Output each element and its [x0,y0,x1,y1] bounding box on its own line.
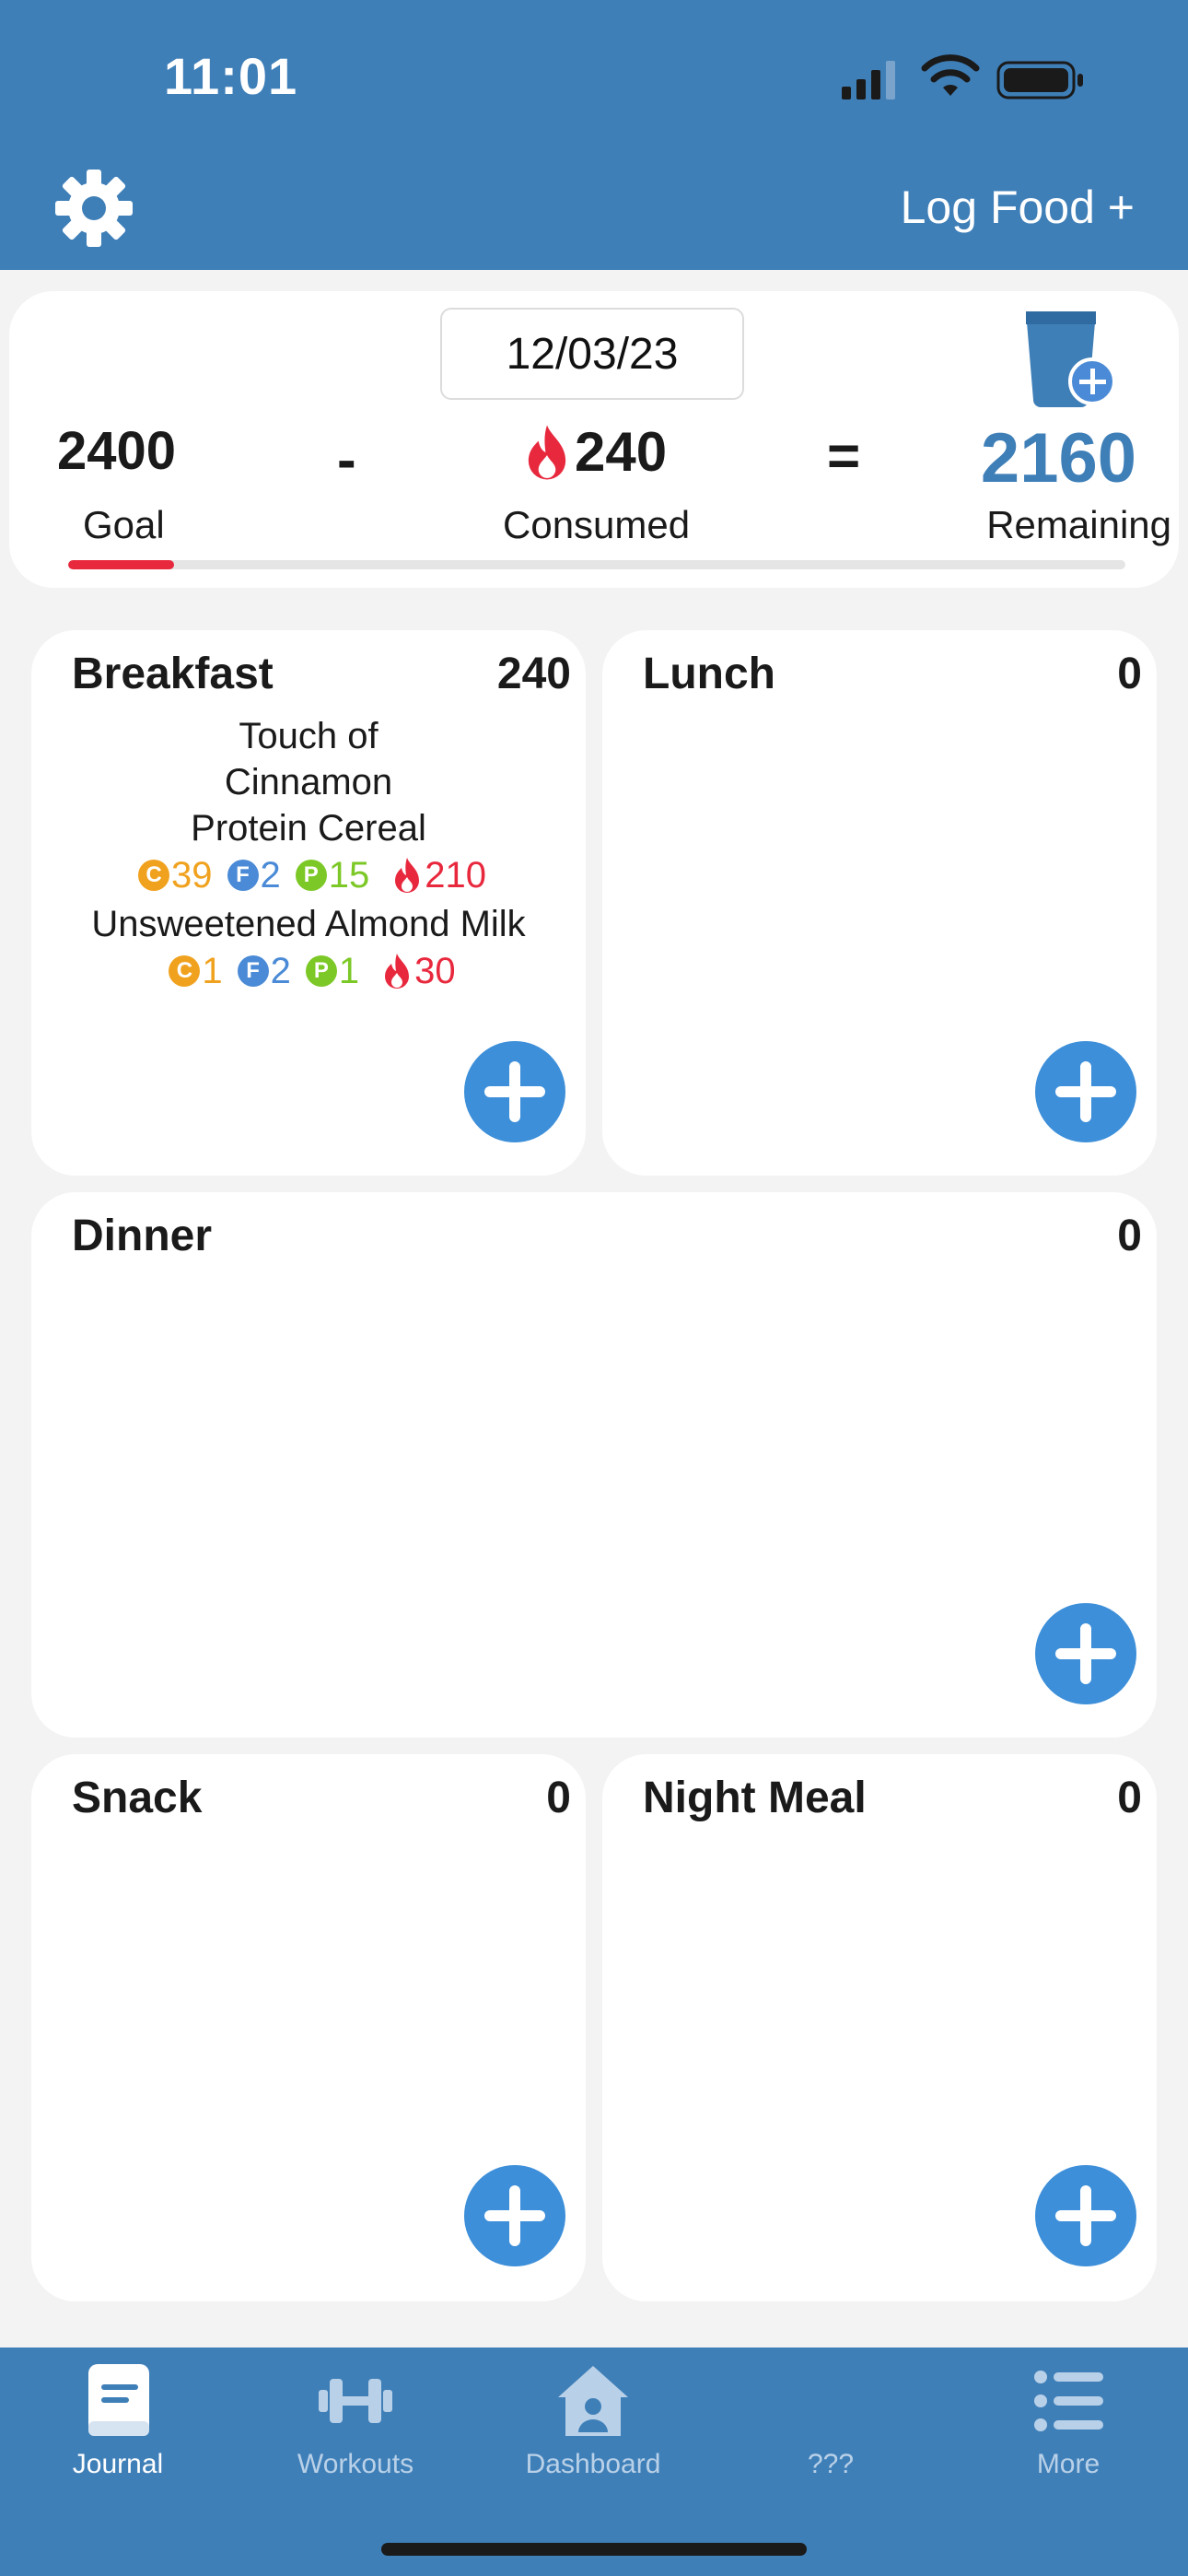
meal-calorie-total: 0 [1117,1774,1142,1822]
fat-macro-value: 2 [270,951,291,991]
battery-icon [996,61,1083,100]
carbs-macro-value: 39 [171,855,213,896]
food-macros: C 39 F 2 P 15 210 [31,851,586,899]
calorie-progress-fill [68,560,174,569]
meal-calorie-total: 240 [496,650,571,698]
add-food-button[interactable] [1035,1603,1136,1704]
dumbbell-icon [319,2379,392,2423]
tab-workouts[interactable]: Workouts [263,2362,448,2480]
tab-journal[interactable]: Journal [26,2362,210,2480]
carbs-macro-badge-icon: C [169,955,201,987]
meal-title: Breakfast [72,650,274,698]
meal-card-breakfast[interactable]: Breakfast 240 Touch of Cinnamon Protein … [31,630,586,1176]
meal-card-lunch[interactable]: Lunch 0 [602,630,1157,1176]
protein-macro-value: 15 [328,855,370,896]
tab-label: ??? [807,2449,855,2479]
add-water-icon[interactable] [1020,304,1120,413]
tab-bar: Journal Workouts Dashboard ??? More [0,2348,1188,2576]
protein-macro-badge-icon: P [305,955,337,987]
carbs-macro: C 39 [138,851,213,899]
goal-label: Goal [83,503,165,546]
goal-value: 2400 [57,421,177,481]
carbs-macro-value: 1 [202,951,223,991]
log-food-button[interactable]: Log Food + [901,181,1135,234]
add-food-button[interactable] [1035,1041,1136,1142]
add-food-button[interactable] [464,1041,565,1142]
meal-title: Snack [72,1774,203,1822]
fat-macro-value: 2 [260,855,281,896]
tab-dashboard[interactable]: Dashboard [501,2362,685,2480]
protein-macro-value: 1 [338,951,360,991]
food-calories-value: 30 [414,951,456,991]
meal-title: Night Meal [643,1774,867,1822]
consumed-value: 240 [575,421,668,483]
tab-unknown[interactable]: ??? [739,2362,923,2480]
flame-icon [528,425,566,479]
food-item-name[interactable]: Touch of Cinnamon Protein Cereal [31,713,586,851]
consumed-value-group: 240 [525,420,667,484]
calorie-progress-bar [68,560,1125,569]
fat-macro: F2 [227,851,281,899]
tab-label: More [1036,2449,1101,2479]
fat-macro-badge-icon: F [227,860,259,891]
protein-macro-badge-icon: P [295,860,327,891]
protein-macro: P 15 [295,851,370,899]
meal-title: Lunch [643,650,775,698]
protein-macro: P1 [305,947,360,995]
app-header: 11:01 Log Food + [0,0,1188,270]
cellular-signal-icon [842,61,895,100]
meal-calorie-total: 0 [546,1774,571,1822]
meal-title: Dinner [72,1212,213,1260]
equals-sign: = [827,425,861,488]
flame-icon [395,858,420,893]
calorie-summary-card: 12/03/23 2400 Goal - 240 Consumed = 2160… [9,291,1179,588]
journal-icon [88,2364,149,2436]
food-calories: 210 [393,851,486,899]
flame-icon [385,954,410,989]
list-icon [1034,2371,1103,2431]
meal-card-night-meal[interactable]: Night Meal 0 [602,1754,1157,2301]
food-macros: C 1 F 2 P 1 30 [31,947,586,995]
status-time: 11:01 [164,47,298,105]
date-picker[interactable]: 12/03/23 [440,308,744,400]
food-calories: 30 [383,947,456,995]
home-indicator [381,2543,807,2556]
minus-sign: - [337,428,356,492]
fat-macro-badge-icon: F [237,955,269,987]
add-food-button[interactable] [1035,2165,1136,2266]
tab-label: Journal [72,2449,164,2479]
food-list: Touch of Cinnamon Protein Cereal C 39 F 2 P 15… [31,713,586,997]
meal-card-snack[interactable]: Snack 0 [31,1754,586,2301]
food-calories-value: 210 [425,855,486,896]
carbs-macro: C1 [169,947,223,995]
food-item-name[interactable]: Unsweetened Almond Milk [31,901,586,947]
tab-label: Workouts [297,2449,414,2479]
consumed-label: Consumed [503,503,691,546]
gear-icon[interactable] [53,168,134,249]
remaining-value: 2160 [980,419,1136,498]
remaining-label: Remaining [986,503,1171,546]
meal-calorie-total: 0 [1117,650,1142,698]
home-icon [558,2366,628,2436]
carbs-macro-badge-icon: C [138,860,169,891]
tab-more[interactable]: More [976,2362,1160,2480]
fat-macro: F2 [237,947,291,995]
wifi-icon [921,54,980,96]
meal-calorie-total: 0 [1117,1212,1142,1260]
tab-label: Dashboard [525,2449,661,2479]
meal-card-dinner[interactable]: Dinner 0 [31,1192,1157,1738]
add-food-button[interactable] [464,2165,565,2266]
